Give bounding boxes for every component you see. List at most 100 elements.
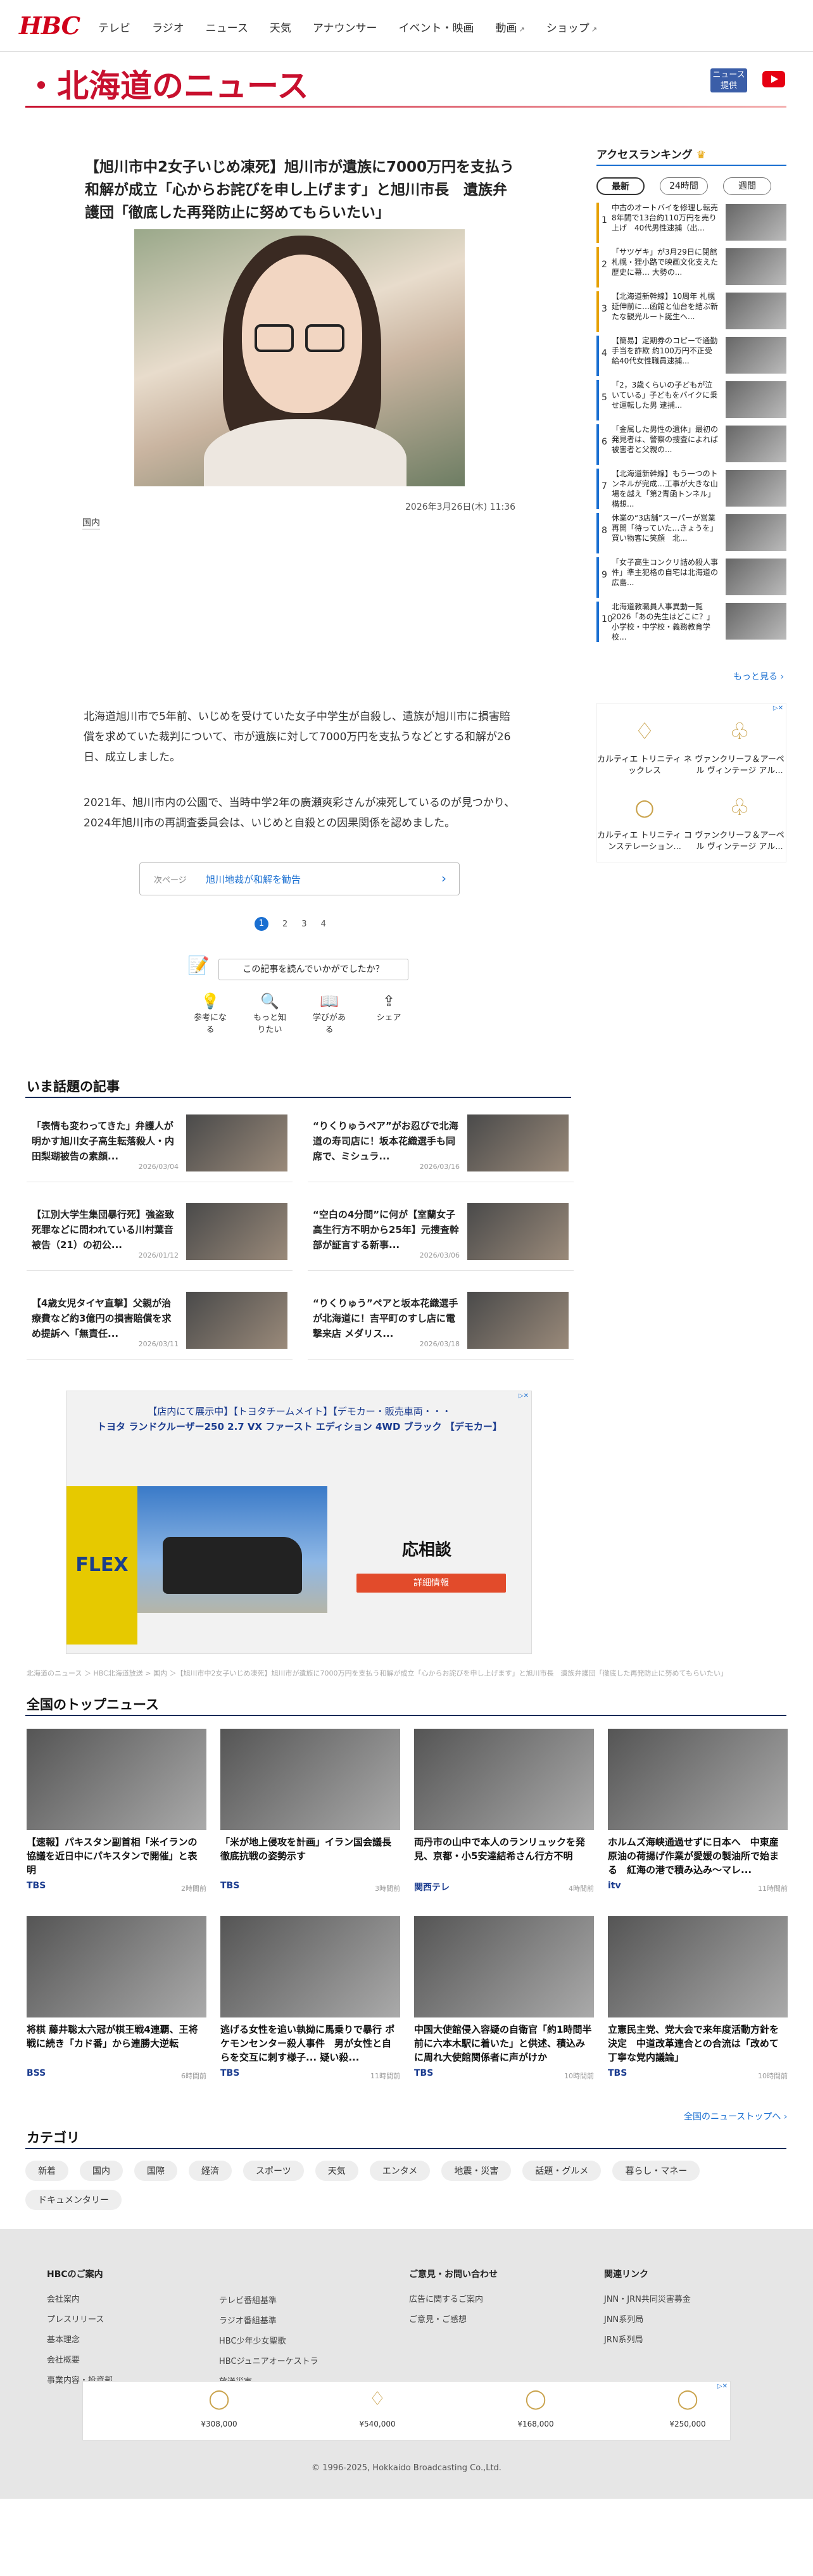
popular-article[interactable]: 【江別大学生集団暴行死】強盗致死罪などに問われている川村葉音被告（21）の初公.… [27,1203,293,1279]
popular-article[interactable]: 【4歳女児タイヤ直撃】父親が治療費など約3億円の損害賠償を求め提訴へ「無責任..… [27,1292,293,1368]
ranking-item[interactable]: 10 北海道教職員人事異動一覧 2026「あの先生はどこに？」小学校・中学校・義務… [596,602,786,643]
car-ad-banner[interactable]: ▷✕ 【店内にて展示中】【トヨタチームメイト】【デモカー・販売車両・・・ トヨタ … [66,1391,532,1654]
topnews-article[interactable]: 中国大使館侵入容疑の自衛官「約1時間半前に六本木駅に着いた」と供述、積込みに周れ… [414,1916,594,2096]
ranking-thumbnail [726,337,786,374]
ranking-thumbnail [726,204,786,241]
category-chip[interactable]: スポーツ [243,2161,304,2181]
youtube-icon[interactable] [762,71,785,87]
topnews-article[interactable]: 立憲民主党、党大会で来年度活動方針を決定 中道改革連合との合流は「改めて丁寧な党… [608,1916,788,2096]
page-3[interactable]: 3 [301,919,306,929]
footer-link[interactable]: ご意見・ご感想 [409,2310,498,2330]
ad-choices-icon[interactable]: ▷✕ [519,1392,529,1399]
nav-tv[interactable]: テレビ [98,19,130,35]
ad-product[interactable]: ○ カルティエ トリニティ コンステレーション... [597,786,692,853]
footer-link[interactable]: HBCジュニアオーケストラ [219,2352,318,2372]
footer-link[interactable]: 基本理念 [47,2330,113,2351]
topnews-article[interactable]: 両丹市の山中で本人のランリュックを発見、京都・小5安達結希さん行方不明 関西テレ 4… [414,1729,594,1909]
reaction-learn[interactable]: 📖 学びがある [309,992,350,1035]
reaction-more[interactable]: 🔍 もっと知りたい [249,992,290,1035]
page-title: ・北海道のニュース [25,68,309,104]
ranking-thumbnail [726,293,786,329]
popular-article[interactable]: “空白の4分間”に何が【室蘭女子高生行方不明から25年】元捜査幹部が証言する新事… [308,1203,574,1279]
nav-shop[interactable]: ショップ ↗ [546,19,597,35]
ranking-item[interactable]: 6 「金属した男性の遺体」最初の発見者は、警察の捜査によれば被害者と父親の... [596,424,786,466]
ranking-item[interactable]: 3 【北海道新幹線】10周年 札幌延伸前に…函館と仙台を結ぶ新たな観光ルート誕生へ… [596,291,786,333]
page-1[interactable]: 1 [255,917,268,931]
hbc-logo[interactable]: HBC [19,11,80,40]
category-chip[interactable]: 国内 [80,2161,123,2181]
category-chip[interactable]: 新着 [25,2161,68,2181]
ranking-item[interactable]: 2 「サツゲキ」が3月29日に閉館 札幌・狸小路で映画文化支えた歴史に幕… 大勢の… [596,247,786,289]
nav-weather[interactable]: 天気 [270,19,291,35]
page-2[interactable]: 2 [282,919,287,929]
crown-icon: ♛ [696,149,706,161]
news-provider-badge[interactable]: ニュース 提供 [710,68,747,92]
category-chip[interactable]: 天気 [315,2161,358,2181]
category-chip[interactable]: 経済 [189,2161,232,2181]
article-category[interactable]: 国内 [82,516,100,529]
breadcrumb[interactable]: 北海道のニュース ＞ HBC北海道放送 > 国内 ＞【旭川市中2女子いじめ凍死】… [27,1668,786,1678]
topnews-article[interactable]: 【速報】パキスタン副首相「米イランの協議を近日中にパキスタンで開催」と表明 TBS… [27,1729,206,1909]
popular-article[interactable]: “りくりゅうペア”がお忍びで北海道の寿司店に！坂本花織選手も同席で、ミシュラ..… [308,1114,574,1190]
nav-radio[interactable]: ラジオ [152,19,184,35]
ranking-item[interactable]: 7 【北海道新幹線】もう一つのトンネルが完成…工事が大きな山場を越え「第2青函トン… [596,469,786,510]
ranking-item[interactable]: 4 【簡易】定期券のコピーで通勤手当を詐欺 約100万円不正受給40代女性職員逮捕… [596,336,786,377]
ad-product[interactable]: ♢ カルティエ トリニティ ネックレス [597,710,692,777]
footer-link[interactable]: 会社概要 [47,2351,113,2371]
page-4[interactable]: 4 [321,919,326,929]
footer-link[interactable]: JNN・JRN共同災害募金 [604,2290,691,2310]
search-icon: 🔍 [260,992,279,1010]
topnews-more-link[interactable]: 全国のニューストップへ › [684,2110,787,2123]
ad-detail-button[interactable]: 詳細情報 [356,1574,506,1593]
necklace-icon: ♢ [369,2388,386,2410]
ranking-item[interactable]: 8 休業の“3店舗”スーパーが営業再開「待っていた…きょうを」買い物客に笑顔 北.… [596,513,786,555]
footer-link[interactable]: 会社案内 [47,2290,113,2310]
category-chip[interactable]: 国際 [134,2161,177,2181]
tab-latest[interactable]: 最新 [596,177,645,195]
footer-link[interactable]: 広告に関するご案内 [409,2290,498,2310]
sidebar-ad[interactable]: ▷✕ ♢ カルティエ トリニティ ネックレス ♧ ヴァンクリーフ＆アーペル ヴィンテ… [596,703,786,862]
nav-announcer[interactable]: アナウンサー [313,19,377,35]
category-chip[interactable]: 話題・グルメ [522,2161,602,2181]
ranking-more-link[interactable]: もっと見る › [733,670,784,683]
survey-icon: 📝 [187,955,210,976]
ad-product[interactable]: ♧ ヴァンクリーフ＆アーペル ヴィンテージ アル... [692,710,787,777]
footer-link[interactable]: テレビ番組基準 [219,2291,318,2311]
jewelry-ad-banner[interactable]: ▷✕ ◯ ¥308,000 ♢ ¥540,000 ◯ ¥168,000 ◯ ¥250,0… [82,2381,731,2440]
popular-article[interactable]: 「表情も変わってきた」弁護人が明かす旭川女子高生転落殺人・内田梨瑚被告の素顔..… [27,1114,293,1190]
next-page-button[interactable]: 次ページ 旭川地裁が和解を勧告 › [139,862,460,895]
nav-video[interactable]: 動画 ↗ [496,19,525,35]
reaction-helpful[interactable]: 💡 参考になる [190,992,230,1035]
nav-event[interactable]: イベント・映画 [399,19,474,35]
category-chip[interactable]: エンタメ [369,2161,431,2181]
footer-link[interactable]: JRN系列局 [604,2330,691,2351]
news-thumbnail [220,1729,400,1830]
topnews-article[interactable]: 「米が地上侵攻を計画」イラン国会議長 徹底抗戦の姿勢示す TBS 3時間前 [220,1729,401,1909]
topnews-article[interactable]: ホルムズ海峡通過せずに日本へ 中東産原油の荷揚げ作業が愛媛の製油所で始まる 紅海… [608,1729,788,1909]
category-chip[interactable]: 地震・災害 [441,2161,512,2181]
category-chip[interactable]: ドキュメンタリー [25,2190,122,2210]
popular-thumbnail [467,1203,569,1260]
ranking-item[interactable]: 1 中古のオートバイを修理し転売8年間で13台約110万円を売り上げ 40代男性逮… [596,203,786,244]
footer-link[interactable]: JNN系列局 [604,2310,691,2330]
site-header: HBC テレビ ラジオ ニュース 天気 アナウンサー イベント・映画 動画 ↗ シ… [0,0,813,52]
tab-24h[interactable]: 24時間 [660,177,708,195]
footer-link[interactable]: HBC少年少女聖歌 [219,2332,318,2352]
ranking-item[interactable]: 5 「2，3歳くらいの子どもが泣いている」子どもをバイクに乗せ運転した男 逮捕..… [596,380,786,422]
book-icon: 📖 [320,992,339,1010]
category-chip[interactable]: 暮らし・マネー [612,2161,700,2181]
article-paragraph: 北海道旭川市で5年前、いじめを受けていた女子中学生が自殺し、遺族が旭川市に損害賠… [84,710,511,764]
topnews-article[interactable]: 逃げる女性を追い執拗に馬乗りで暴行 ポケモンセンター殺人事件 男が女性と自らを交… [220,1916,400,2096]
article-title: 【旭川市中2女子いじめ凍死】旭川市が遺族に7000万円を支払う和解が成立「心から… [85,159,515,221]
footer-link[interactable]: プレスリリース [47,2310,113,2330]
share-button[interactable]: ⇪ シェア [369,992,409,1035]
ranking-item[interactable]: 9 「女子高生コンクリ詰め殺人事件」準主犯格の自宅は北海道の広島... [596,557,786,599]
topnews-article[interactable]: 将棋 藤井聡太六冠が棋王戦4連覇、王将戦に続き「カド番」から連勝大逆転 BSS 6時… [27,1916,206,2096]
popular-article[interactable]: “りくりゅう”ペアと坂本花織選手が北海道に！吉平町のすし店に電撃来店 メダリス.… [308,1292,574,1368]
nav-news[interactable]: ニュース [206,19,248,35]
tab-weekly[interactable]: 週間 [723,177,771,195]
ad-product[interactable]: ♧ ヴァンクリーフ＆アーペル ヴィンテージ アル... [692,786,787,853]
ad-price: 応相談 [402,1541,452,1560]
popular-thumbnail [186,1114,287,1171]
footer-link[interactable]: ラジオ番組基準 [219,2311,318,2332]
